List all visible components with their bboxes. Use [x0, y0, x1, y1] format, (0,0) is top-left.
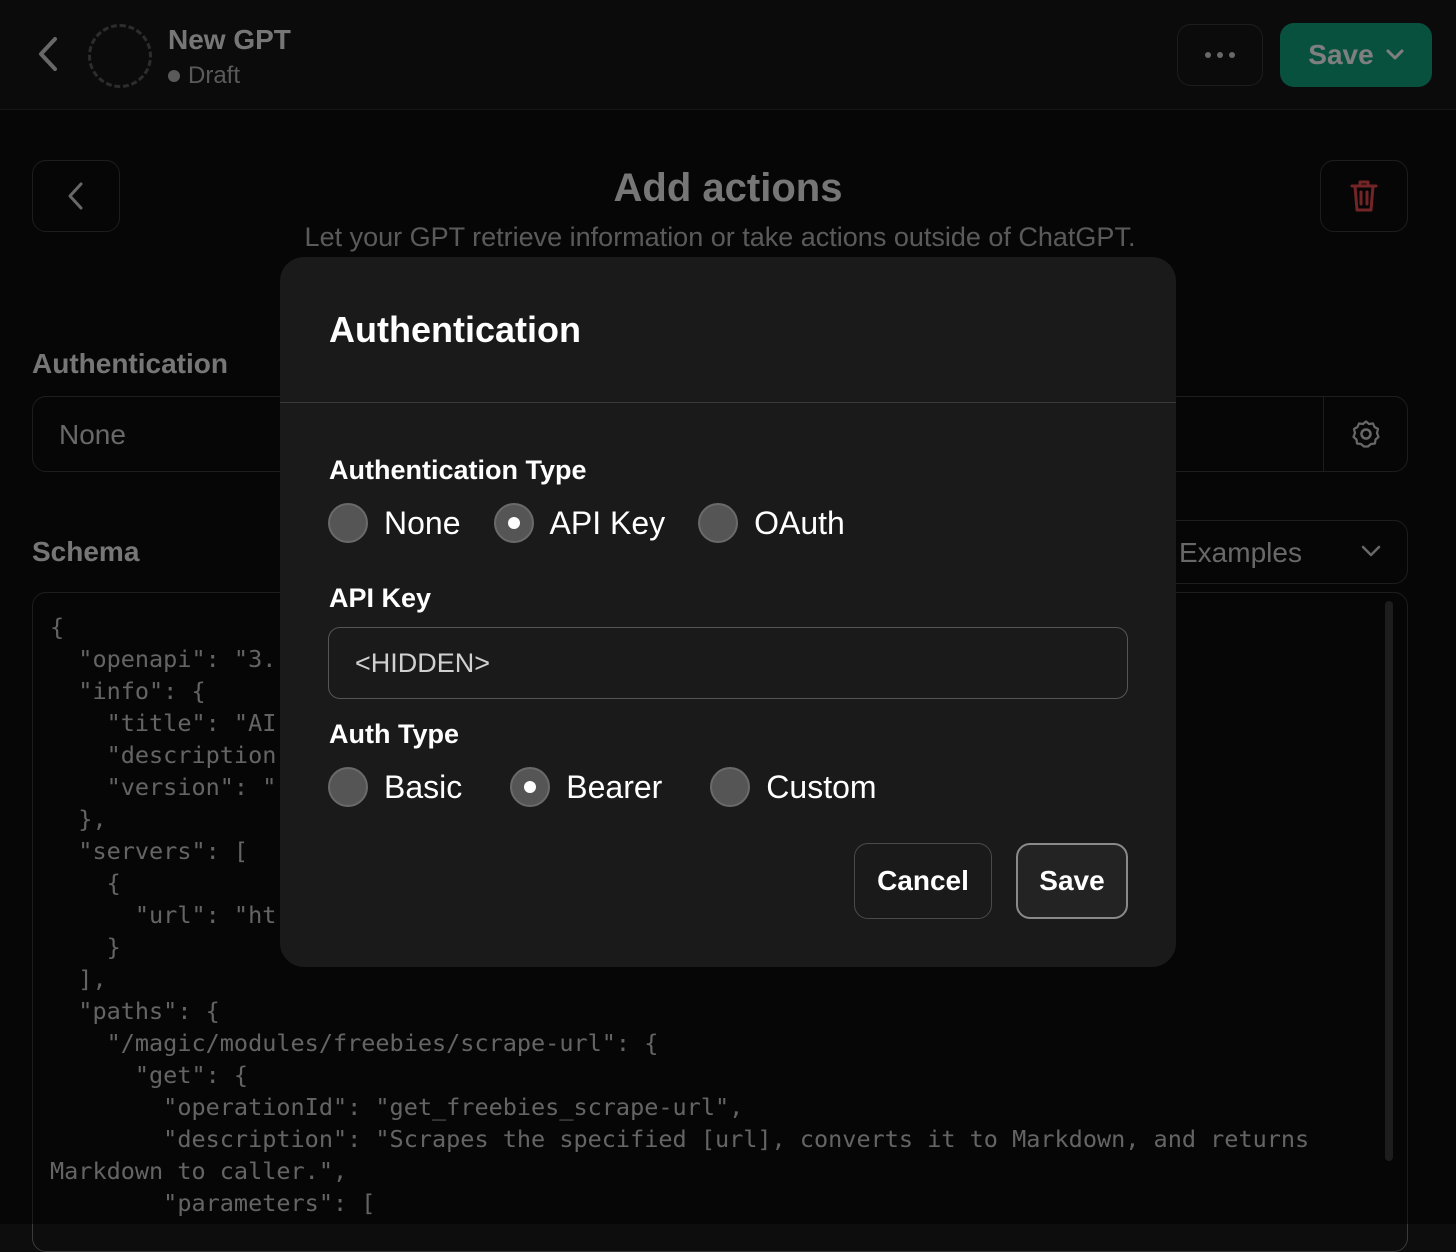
- authentication-type-radio-group: None API Key OAuth: [328, 503, 845, 543]
- radio-oauth[interactable]: [698, 503, 739, 543]
- api-key-label: API Key: [329, 583, 432, 613]
- auth-type-option-oauth[interactable]: OAuth: [698, 503, 845, 543]
- auth-type-option-api-key[interactable]: API Key: [493, 503, 666, 543]
- radio-bearer[interactable]: [510, 767, 551, 807]
- auth-type-label: Auth Type: [329, 719, 459, 749]
- auth-subtype-option-bearer[interactable]: Bearer: [510, 767, 662, 807]
- radio-label-oauth: OAuth: [754, 504, 845, 541]
- api-key-input[interactable]: [328, 627, 1128, 699]
- radio-api-key[interactable]: [493, 503, 534, 543]
- radio-label-api-key: API Key: [549, 504, 666, 541]
- radio-label-basic: Basic: [384, 768, 463, 805]
- authentication-modal: Authentication Authentication Type None …: [280, 257, 1176, 967]
- authentication-type-label: Authentication Type: [329, 455, 587, 485]
- cancel-button[interactable]: Cancel: [854, 843, 992, 919]
- radio-label-none: None: [384, 504, 461, 541]
- save-button[interactable]: Save: [1016, 843, 1128, 919]
- radio-label-bearer: Bearer: [566, 768, 663, 805]
- auth-type-option-none[interactable]: None: [328, 503, 461, 543]
- radio-none[interactable]: [328, 503, 368, 543]
- radio-custom[interactable]: [710, 767, 751, 807]
- radio-label-custom: Custom: [766, 768, 877, 805]
- auth-subtype-option-basic[interactable]: Basic: [328, 767, 462, 807]
- modal-title: Authentication: [329, 309, 581, 350]
- modal-header: Authentication: [280, 257, 1176, 403]
- radio-basic[interactable]: [328, 767, 368, 807]
- auth-subtype-option-custom[interactable]: Custom: [710, 767, 877, 807]
- auth-type-radio-group: Basic Bearer Custom: [328, 767, 877, 807]
